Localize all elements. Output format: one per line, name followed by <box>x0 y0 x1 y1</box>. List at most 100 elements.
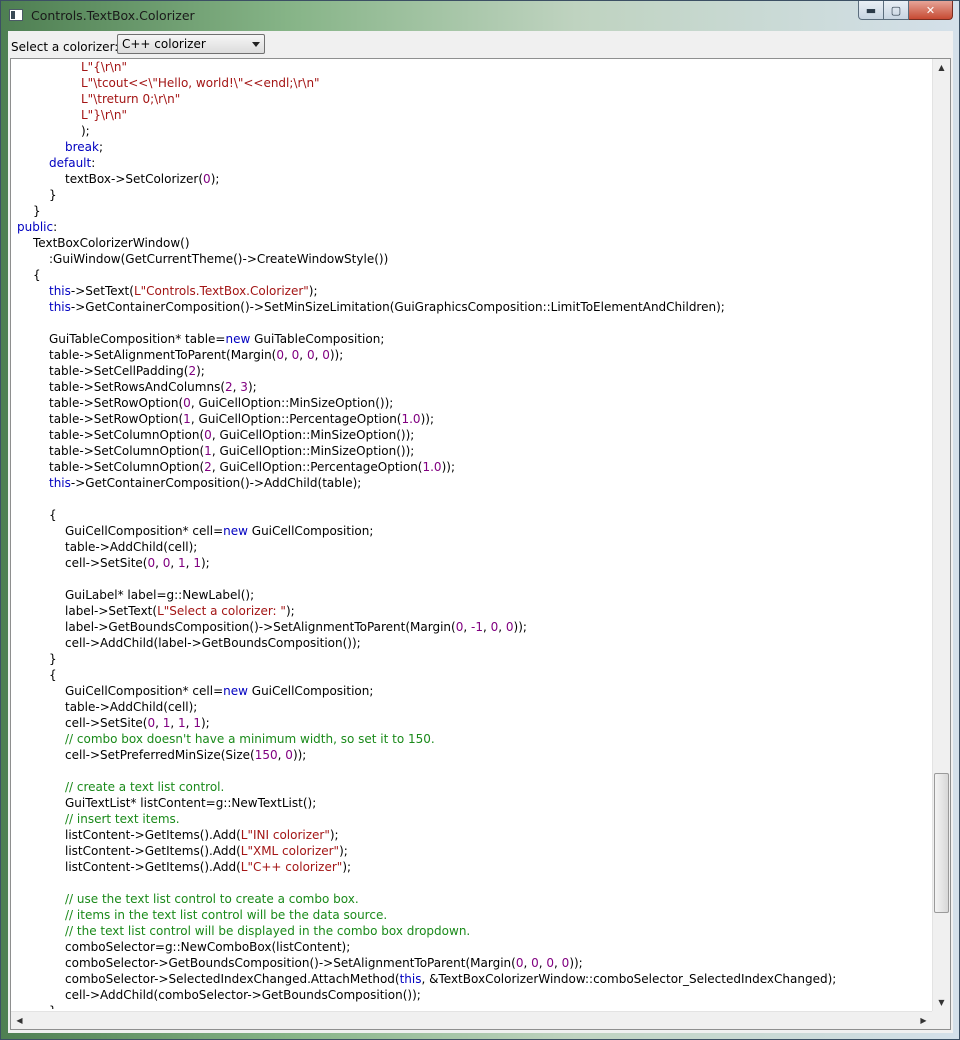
client-area: Select a colorizer: C++ colorizer L"{\r\… <box>8 31 953 1033</box>
code-token: ); <box>200 556 210 570</box>
code-token: )); <box>441 460 455 474</box>
code-token: GuiLabel* label=g::NewLabel(); <box>65 588 255 602</box>
code-line: } <box>49 1003 57 1009</box>
code-token: , GuiCellOption::MinSizeOption()); <box>211 444 415 458</box>
code-line: table->SetColumnOption(1, GuiCellOption:… <box>49 443 414 459</box>
code-token: // use the text list control to create a… <box>65 892 359 906</box>
code-token: 0 <box>322 348 330 362</box>
code-token: L"C++ colorizer" <box>240 860 343 874</box>
code-token: table->AddChild(cell); <box>65 540 198 554</box>
code-token: 3 <box>240 380 248 394</box>
code-token: { <box>49 668 57 682</box>
code-line: // create a text list control. <box>65 779 224 795</box>
code-text-box[interactable]: L"{\r\n" L"\tcout<<\"Hello, world!\"<<end… <box>10 58 951 1030</box>
title-bar[interactable]: Controls.TextBox.Colorizer ▬ ▢ ✕ <box>1 1 959 31</box>
horizontal-scrollbar[interactable]: ◀ ▶ <box>11 1011 932 1029</box>
code-token: 0 <box>531 956 539 970</box>
code-line: listContent->GetItems().Add(L"XML colori… <box>65 843 348 859</box>
colorizer-combo-box[interactable]: C++ colorizer <box>117 34 265 54</box>
code-token: comboSelector->GetBoundsComposition()->S… <box>65 956 516 970</box>
code-token: } <box>33 204 41 218</box>
code-line: cell->SetSite(0, 0, 1, 1); <box>65 555 210 571</box>
code-token: 2 <box>188 364 197 378</box>
code-token: } <box>49 188 57 202</box>
code-token: default <box>49 156 92 170</box>
code-token: , GuiCellOption::MinSizeOption()); <box>190 396 394 410</box>
scroll-right-icon[interactable]: ▶ <box>915 1012 932 1029</box>
code-line: label->GetBoundsComposition()->SetAlignm… <box>65 619 527 635</box>
code-token: 1.0 <box>422 460 442 474</box>
code-line: GuiCellComposition* cell=new GuiCellComp… <box>65 683 373 699</box>
maximize-icon: ▢ <box>890 3 902 17</box>
code-content[interactable]: L"{\r\n" L"\tcout<<\"Hello, world!\"<<end… <box>17 59 927 1009</box>
code-token: , GuiCellOption::PercentageOption( <box>211 460 423 474</box>
code-token: 1.0 <box>401 412 421 426</box>
maximize-button[interactable]: ▢ <box>884 1 909 20</box>
code-token: table->SetAlignmentToParent(Margin( <box>49 348 277 362</box>
code-line: :GuiWindow(GetCurrentTheme()->CreateWind… <box>49 251 388 267</box>
code-line: cell->AddChild(comboSelector->GetBoundsC… <box>65 987 421 1003</box>
code-token: cell->SetSite( <box>65 556 148 570</box>
vertical-scroll-thumb[interactable] <box>934 773 949 913</box>
code-line: table->SetAlignmentToParent(Margin(0, 0,… <box>49 347 343 363</box>
code-token: this <box>49 476 71 490</box>
code-token: 2 <box>204 460 212 474</box>
code-line: listContent->GetItems().Add(L"INI colori… <box>65 827 339 843</box>
code-token: , <box>170 556 179 570</box>
scroll-left-icon[interactable]: ◀ <box>11 1012 28 1029</box>
code-token: listContent->GetItems().Add( <box>65 844 241 858</box>
code-line: default: <box>49 155 95 171</box>
code-token: )); <box>292 748 307 762</box>
code-token: L"\treturn 0;\r\n" <box>81 92 181 106</box>
code-token: : <box>53 220 58 234</box>
code-token: listContent->GetItems().Add( <box>65 828 241 842</box>
code-line: } <box>33 203 41 219</box>
code-line: } <box>49 651 57 667</box>
code-token: cell->AddChild(comboSelector->GetBoundsC… <box>65 988 421 1002</box>
code-line: GuiLabel* label=g::NewLabel(); <box>65 587 254 603</box>
code-token: this <box>49 284 71 298</box>
code-token: )); <box>569 956 583 970</box>
close-button[interactable]: ✕ <box>909 1 953 20</box>
code-token: table->AddChild(cell); <box>65 700 198 714</box>
chevron-down-icon[interactable] <box>252 42 260 47</box>
code-line: L"{\r\n" <box>81 59 127 75</box>
code-token: 1 <box>193 716 201 730</box>
code-token: table->SetColumnOption( <box>49 460 205 474</box>
code-token: cell->AddChild(label->GetBoundsCompositi… <box>65 636 361 650</box>
code-token: label->GetBoundsComposition()->SetAlignm… <box>65 620 456 634</box>
scroll-down-icon[interactable]: ▼ <box>933 994 950 1011</box>
code-token: 0 <box>183 396 191 410</box>
code-token: new <box>225 332 251 346</box>
code-token: ); <box>247 380 257 394</box>
code-line: GuiTableComposition* table=new GuiTableC… <box>49 331 384 347</box>
code-line: GuiTextList* listContent=g::NewTextList(… <box>65 795 316 811</box>
code-line: table->SetRowOption(1, GuiCellOption::Pe… <box>49 411 434 427</box>
code-token: , GuiCellOption::PercentageOption( <box>190 412 402 426</box>
code-token: ->SetText( <box>70 284 134 298</box>
window-title: Controls.TextBox.Colorizer <box>31 8 195 23</box>
code-token: table->SetColumnOption( <box>49 428 205 442</box>
code-token: 1 <box>204 444 212 458</box>
vertical-scrollbar[interactable]: ▲ ▼ <box>932 59 950 1011</box>
code-token: , <box>463 620 472 634</box>
code-token: listContent->GetItems().Add( <box>65 860 241 874</box>
code-line: cell->SetSite(0, 1, 1, 1); <box>65 715 210 731</box>
code-token: GuiCellComposition* cell= <box>65 684 224 698</box>
minimize-button[interactable]: ▬ <box>858 1 884 20</box>
code-token: } <box>49 652 57 666</box>
code-token: L"Controls.TextBox.Colorizer" <box>133 284 309 298</box>
code-line: comboSelector->GetBoundsComposition()->S… <box>65 955 583 971</box>
scroll-up-icon[interactable]: ▲ <box>933 59 950 76</box>
scrollbar-corner <box>932 1011 950 1029</box>
window-icon[interactable] <box>9 9 23 21</box>
code-line: { <box>33 267 41 283</box>
code-token: 0 <box>204 428 212 442</box>
code-token: , <box>498 620 506 634</box>
code-token: L"\tcout<<\"Hello, world!\"<<endl;\r\n" <box>81 76 320 90</box>
code-token: table->SetColumnOption( <box>49 444 205 458</box>
code-line: comboSelector=g::NewComboBox(listContent… <box>65 939 350 955</box>
code-token: L"XML colorizer" <box>240 844 340 858</box>
caption-buttons: ▬ ▢ ✕ <box>858 1 953 21</box>
code-token: 0 <box>505 620 514 634</box>
